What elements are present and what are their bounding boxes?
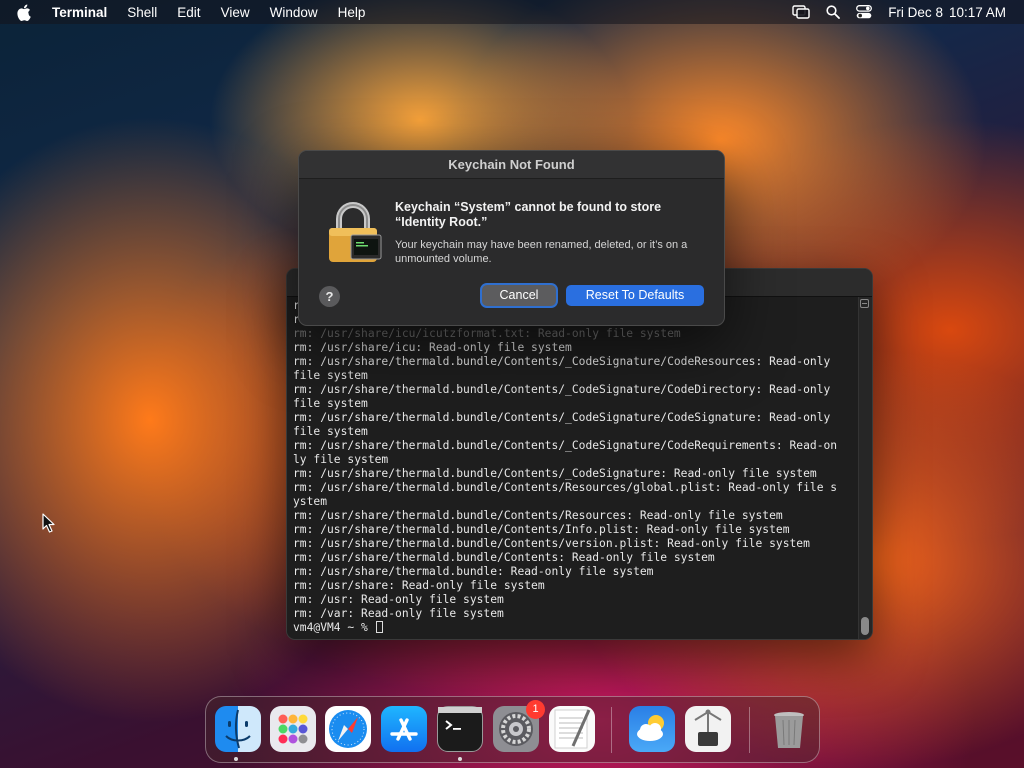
terminal-line: rm: /usr: Read-only file system — [293, 593, 504, 606]
terminal-line: rm: /usr/share/thermald.bundle/Contents/… — [293, 467, 817, 480]
terminal-line: rm: /usr/share/icu/icutzformat.txt: Read… — [293, 327, 681, 340]
terminal-line: rm: /usr/share/thermald.bundle: Read-onl… — [293, 565, 654, 578]
terminal-line: rm: /usr/share/icu: Read-only file syste… — [293, 341, 572, 354]
launchpad-icon[interactable] — [270, 706, 316, 752]
terminal-prompt-line[interactable]: vm4@VM4 ~ % — [293, 621, 854, 635]
terminal-line: rm: /var: Read-only file system — [293, 607, 504, 620]
reset-to-defaults-button[interactable]: Reset To Defaults — [566, 285, 704, 306]
keychain-lock-icon — [327, 201, 383, 263]
app-store-icon[interactable] — [381, 706, 427, 752]
dock-separator — [749, 707, 750, 753]
terminal-line: ystem — [293, 495, 328, 508]
terminal-prompt: vm4@VM4 ~ % — [293, 621, 375, 634]
menu-help[interactable]: Help — [338, 5, 366, 20]
dock: 1 — [205, 696, 820, 763]
trash-icon[interactable] — [766, 706, 812, 752]
system-settings-icon[interactable]: 1 — [493, 700, 545, 752]
apple-menu-icon[interactable] — [16, 4, 38, 21]
menu-bar: Terminal Shell Edit View Window Help Fri… — [0, 0, 1024, 24]
dialog-message: Your keychain may have been renamed, del… — [395, 239, 688, 265]
textedit-icon[interactable] — [549, 706, 595, 752]
terminal-line: rm: /usr/share/thermald.bundle/Contents/… — [293, 383, 831, 396]
settings-update-badge: 1 — [526, 700, 545, 719]
cancel-button[interactable]: Cancel — [482, 285, 556, 306]
keychain-alert-dialog: Keychain Not Found Keychain “System” can… — [298, 150, 725, 326]
screen-mirroring-icon[interactable] — [792, 5, 810, 19]
menu-window[interactable]: Window — [270, 5, 318, 20]
terminal-line: rm: /usr/share/thermald.bundle/Contents/… — [293, 481, 838, 494]
terminal-line: rm: /usr/share/thermald.bundle/Contents/… — [293, 509, 783, 522]
system-information-icon[interactable] — [685, 706, 731, 752]
menu-edit[interactable]: Edit — [177, 5, 200, 20]
dialog-title: Keychain Not Found — [299, 151, 724, 179]
terminal-output[interactable]: r r rm: /usr/share/icu/icutzformat.txt: Re… — [293, 299, 854, 635]
terminal-line: rm: /usr/share/thermald.bundle/Contents/… — [293, 411, 831, 424]
terminal-line: file system — [293, 425, 368, 438]
help-button[interactable]: ? — [319, 286, 340, 307]
menu-date[interactable]: Fri Dec 8 — [888, 5, 943, 20]
terminal-line: rm: /usr/share/thermald.bundle/Contents/… — [293, 355, 831, 368]
control-center-icon[interactable] — [856, 5, 873, 19]
terminal-icon[interactable] — [437, 706, 483, 752]
terminal-line: rm: /usr/share/thermald.bundle/Contents/… — [293, 439, 838, 452]
terminal-scrollbar[interactable] — [858, 297, 872, 639]
mouse-pointer-icon — [42, 513, 56, 538]
terminal-line: file system — [293, 397, 368, 410]
dock-separator — [611, 707, 612, 753]
weather-icon[interactable] — [629, 706, 675, 752]
menu-view[interactable]: View — [221, 5, 250, 20]
dialog-headline: Keychain “System” cannot be found to sto… — [395, 200, 662, 229]
terminal-line: rm: /usr/share/thermald.bundle/Contents/… — [293, 523, 790, 536]
spotlight-search-icon[interactable] — [826, 5, 841, 19]
terminal-line: rm: /usr/share/thermald.bundle/Contents:… — [293, 551, 715, 564]
finder-running-indicator — [234, 757, 238, 761]
menu-app-name[interactable]: Terminal — [52, 5, 107, 20]
terminal-line: ly file system — [293, 453, 389, 466]
finder-icon[interactable] — [215, 706, 261, 752]
text-cursor — [375, 621, 383, 633]
menu-time[interactable]: 10:17 AM — [949, 5, 1006, 20]
terminal-line: file system — [293, 369, 368, 382]
safari-icon[interactable] — [325, 706, 371, 752]
terminal-line: rm: /usr/share/thermald.bundle/Contents/… — [293, 537, 810, 550]
terminal-line: rm: /usr/share: Read-only file system — [293, 579, 545, 592]
scrollbar-thumb[interactable] — [861, 617, 869, 635]
split-pane-icon[interactable] — [860, 299, 869, 308]
terminal-running-indicator — [458, 757, 462, 761]
menu-shell[interactable]: Shell — [127, 5, 157, 20]
